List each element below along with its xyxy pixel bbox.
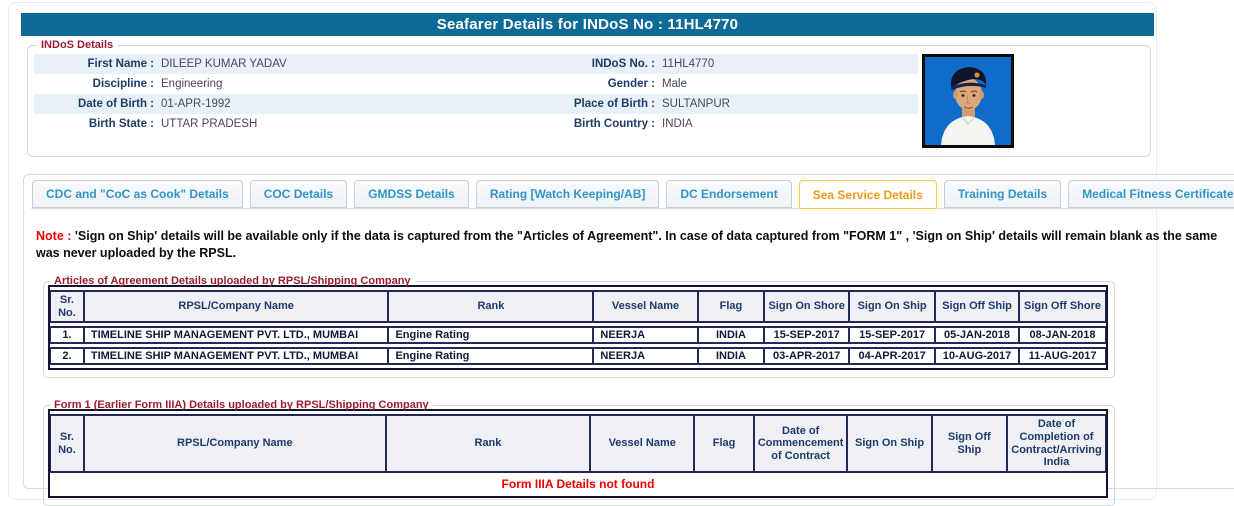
col-company: RPSL/Company Name (83, 290, 389, 324)
form1-empty-message: Form IIIA Details not found (501, 476, 655, 491)
cell-sign-off-shore: 08-JAN-2018 (1019, 326, 1106, 345)
form1-table: Sr. No. RPSL/Company Name Rank Vessel Na… (48, 409, 1108, 498)
indos-row-birth-date: Date of Birth : 01-APR-1992 Place of Bir… (34, 94, 918, 114)
seafarer-photo (922, 54, 1014, 148)
cell-sr-no: 1. (50, 326, 84, 345)
discipline-label: Discipline : (92, 78, 154, 90)
tab-bar: CDC and "CoC as Cook" Details COC Detail… (31, 180, 1234, 209)
cell-sign-on-shore: 03-APR-2017 (764, 347, 850, 366)
birth-country-value: INDIA (662, 118, 693, 130)
col-flag: Flag (694, 414, 754, 473)
form1-header-row: Sr. No. RPSL/Company Name Rank Vessel Na… (50, 414, 1106, 473)
col-sign-off-shore: Sign Off Shore (1019, 290, 1106, 324)
indos-row-birth-state: Birth State : UTTAR PRADESH Birth Countr… (34, 114, 918, 134)
indos-row-first-name: First Name : DILEEP KUMAR YADAV INDoS No… (34, 54, 918, 74)
tab-content-section: CDC and "CoC as Cook" Details COC Detail… (23, 174, 1234, 506)
cell-flag: INDIA (697, 347, 765, 366)
cell-vessel: NEERJA (593, 326, 698, 345)
page-container: Seafarer Details for INDoS No : 11HL4770… (8, 2, 1234, 506)
col-sign-on-ship: Sign On Ship (847, 414, 932, 473)
agreement-header-row: Sr. No. RPSL/Company Name Rank Vessel Na… (50, 290, 1106, 324)
tab-cdc-coc-as-cook-details[interactable]: CDC and "CoC as Cook" Details (32, 180, 243, 208)
col-sign-off-ship: Sign Off Ship (935, 290, 1020, 324)
tab-training-details[interactable]: Training Details (943, 180, 1062, 208)
tab-gmdss-details[interactable]: GMDSS Details (354, 180, 469, 208)
col-date-commencement: Date of Commencement of Contract (753, 414, 848, 473)
first-name-value: DILEEP KUMAR YADAV (161, 58, 287, 70)
cell-sign-off-ship: 10-AUG-2017 (935, 347, 1020, 366)
col-date-completion: Date of Completion of Contract/Arriving … (1006, 414, 1106, 473)
cell-sr-no: 2. (50, 347, 84, 366)
discipline-value: Engineering (161, 78, 223, 90)
col-rank: Rank (388, 290, 594, 324)
note-body: 'Sign on Ship' details will be available… (36, 229, 1218, 260)
col-vessel: Vessel Name (593, 290, 698, 324)
col-rank: Rank (385, 414, 591, 473)
birth-state-label: Birth State : (88, 118, 154, 130)
col-sign-on-ship: Sign On Ship (849, 290, 936, 324)
first-name-label: First Name : (87, 58, 154, 70)
tab-rating-watch-keeping-ab[interactable]: Rating [Watch Keeping/AB] (475, 180, 660, 208)
form1-empty-row: Form IIIA Details not found (50, 476, 1106, 493)
tab-dc-endorsement[interactable]: DC Endorsement (666, 180, 792, 208)
indos-details-body: First Name : DILEEP KUMAR YADAV INDoS No… (34, 52, 1146, 148)
place-of-birth-label: Place of Birth : (573, 98, 655, 110)
col-sr-no: Sr. No. (50, 414, 84, 473)
cell-sign-on-shore: 15-SEP-2017 (764, 326, 850, 345)
cell-company: TIMELINE SHIP MANAGEMENT PVT. LTD., MUMB… (83, 326, 389, 345)
indos-row-discipline: Discipline : Engineering Gender : Male (34, 74, 918, 94)
form1-details-section: Form 1 (Earlier Form IIIA) Details uploa… (43, 399, 1115, 506)
note-text: Note : 'Sign on Ship' details will be av… (36, 228, 1234, 261)
page-header: Seafarer Details for INDoS No : 11HL4770 (21, 13, 1154, 36)
tab-coc-details[interactable]: COC Details (249, 180, 348, 208)
col-sign-off-ship: Sign Off Ship (931, 414, 1007, 473)
birth-state-value: UTTAR PRADESH (161, 118, 258, 130)
indos-no-value: 11HL4770 (662, 58, 715, 70)
cell-vessel: NEERJA (593, 347, 698, 366)
col-company: RPSL/Company Name (83, 414, 386, 473)
tab-sea-service-details[interactable]: Sea Service Details (798, 180, 937, 209)
col-sr-no: Sr. No. (50, 290, 84, 324)
col-vessel: Vessel Name (590, 414, 695, 473)
cell-rank: Engine Rating (388, 326, 594, 345)
tab-medical-fitness-certificate[interactable]: Medical Fitness Certificate (1068, 180, 1234, 208)
cell-flag: INDIA (697, 326, 765, 345)
place-of-birth-value: SULTANPUR (662, 98, 730, 110)
cell-sign-off-shore: 11-AUG-2017 (1019, 347, 1106, 366)
cell-rank: Engine Rating (388, 347, 594, 366)
indos-details-section: INDoS Details First Name : DILEEP KUMAR … (27, 39, 1151, 157)
agreement-table: Sr. No. RPSL/Company Name Rank Vessel Na… (48, 285, 1108, 371)
note-prefix: Note : (36, 229, 72, 243)
agreement-details-legend: Articles of Agreement Details uploaded b… (54, 275, 411, 287)
date-of-birth-label: Date of Birth : (77, 98, 154, 110)
cell-sign-on-ship: 15-SEP-2017 (849, 326, 936, 345)
gender-label: Gender : (607, 78, 655, 90)
date-of-birth-value: 01-APR-1992 (161, 98, 231, 110)
page-title: Seafarer Details for INDoS No : 11HL4770 (436, 16, 739, 33)
gender-value: Male (662, 78, 687, 90)
indos-no-label: INDoS No. : (591, 58, 655, 70)
seafarer-photo-image (925, 57, 1011, 145)
indos-details-legend: INDoS Details (41, 39, 114, 51)
birth-country-label: Birth Country : (573, 118, 655, 130)
cell-company: TIMELINE SHIP MANAGEMENT PVT. LTD., MUMB… (83, 347, 389, 366)
col-flag: Flag (697, 290, 765, 324)
form1-details-legend: Form 1 (Earlier Form IIIA) Details uploa… (54, 399, 429, 412)
agreement-details-section: Articles of Agreement Details uploaded b… (43, 275, 1115, 379)
cell-sign-on-ship: 04-APR-2017 (849, 347, 936, 366)
agreement-row-1: 1. TIMELINE SHIP MANAGEMENT PVT. LTD., M… (50, 326, 1106, 345)
agreement-row-2: 2. TIMELINE SHIP MANAGEMENT PVT. LTD., M… (50, 347, 1106, 366)
col-sign-on-shore: Sign On Shore (764, 290, 850, 324)
cell-sign-off-ship: 05-JAN-2018 (935, 326, 1020, 345)
indos-rows: First Name : DILEEP KUMAR YADAV INDoS No… (34, 54, 918, 134)
